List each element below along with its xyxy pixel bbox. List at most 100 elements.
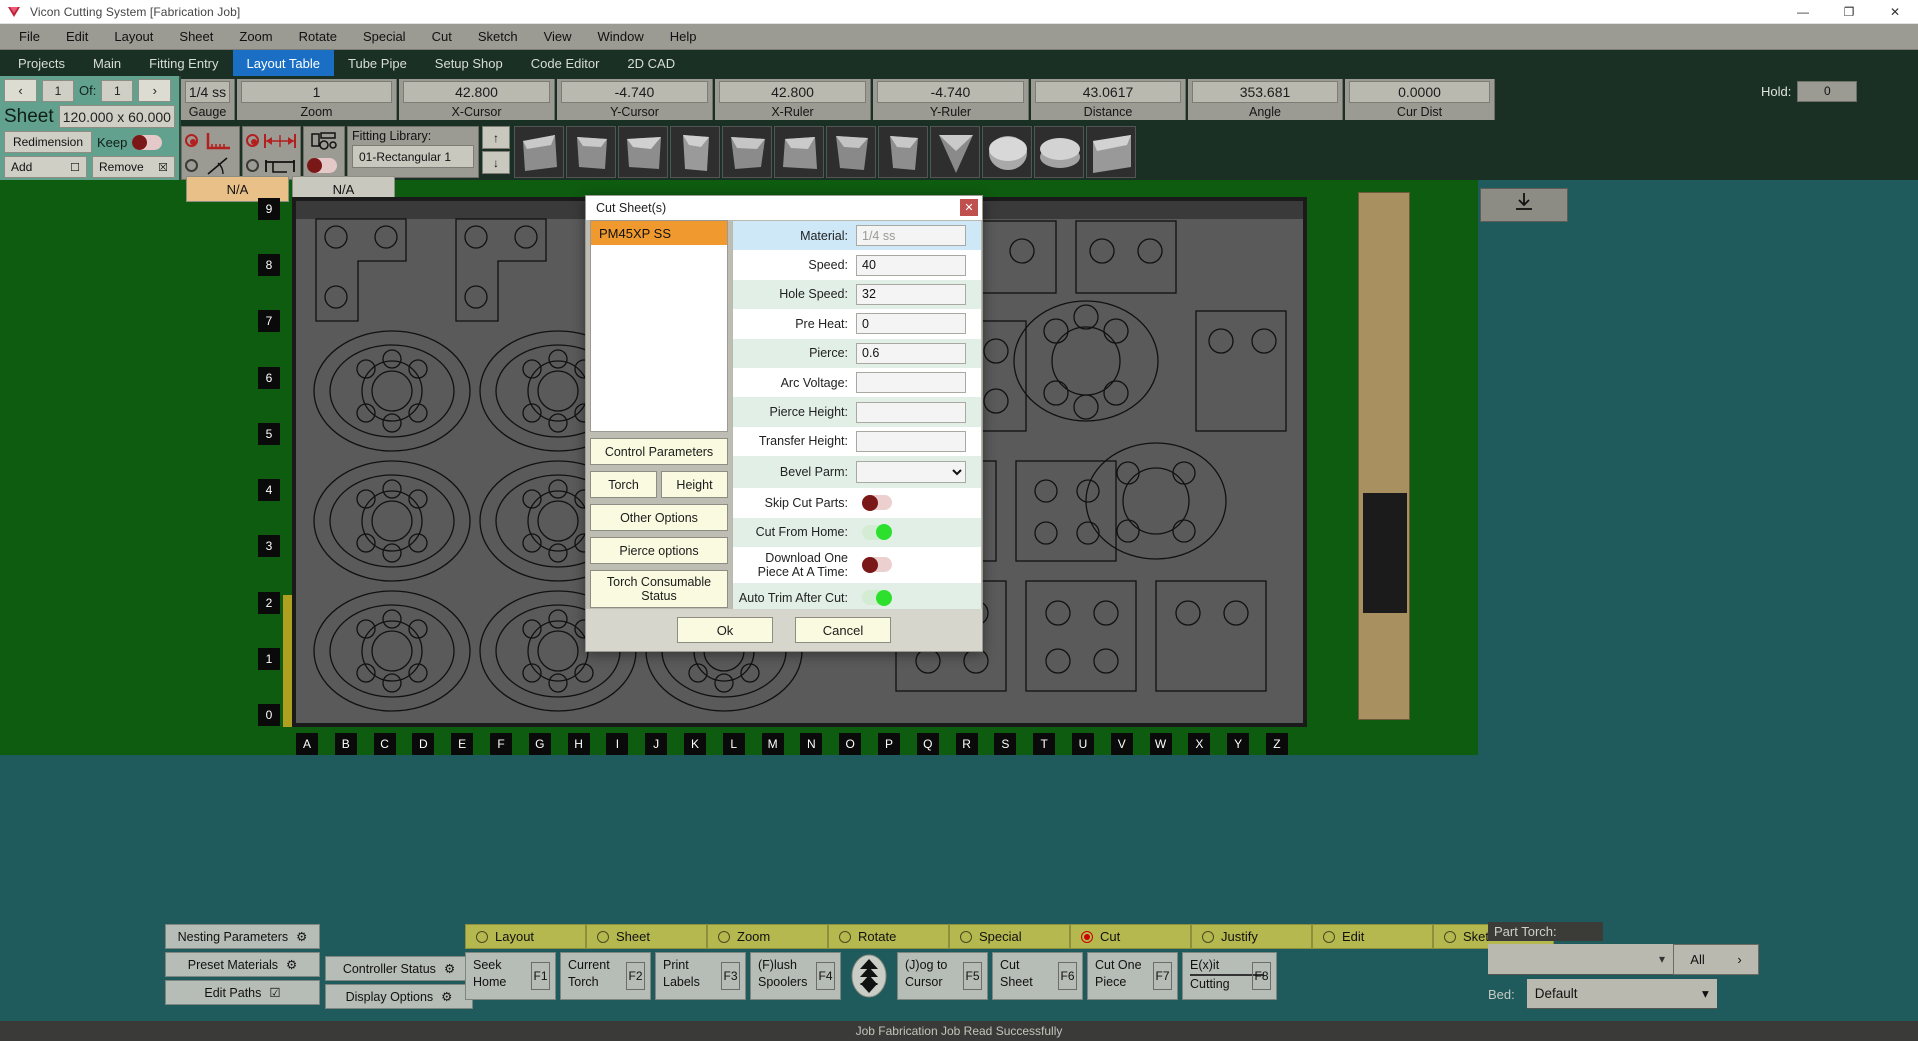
tab-projects[interactable]: Projects	[4, 50, 79, 76]
pre-heat-input[interactable]	[856, 313, 966, 334]
fkey-seek-home[interactable]: Seek Home F1	[465, 952, 556, 1000]
cur-dist-value[interactable]: 0.0000	[1349, 81, 1490, 103]
menu-item-edit[interactable]: Edit	[53, 26, 101, 47]
mode-rotate[interactable]: Rotate	[828, 924, 949, 949]
cancel-button[interactable]: Cancel	[795, 617, 891, 643]
angle-value[interactable]: 353.681	[1192, 81, 1338, 103]
shape-thumbnail[interactable]	[878, 126, 928, 178]
x-cursor-value[interactable]: 42.800	[403, 81, 550, 103]
download-arrow-icon[interactable]	[1508, 188, 1540, 216]
radio-horizontal-dim[interactable]	[246, 129, 297, 152]
prev-sheet-button[interactable]: ‹	[4, 79, 37, 102]
mode-layout[interactable]: Layout	[465, 924, 586, 949]
bed-select[interactable]: Default ▾	[1527, 979, 1717, 1009]
menu-item-window[interactable]: Window	[585, 26, 657, 47]
radio-ruler-mode[interactable]	[185, 129, 236, 152]
material-list-item[interactable]: PM45XP SS	[591, 221, 727, 245]
preset-materials-button[interactable]: Preset Materials ⚙	[165, 952, 320, 977]
mode-special[interactable]: Special	[949, 924, 1070, 949]
tab-setup-shop[interactable]: Setup Shop	[421, 50, 517, 76]
shape-thumbnail[interactable]	[774, 126, 824, 178]
redimension-button[interactable]: Redimension	[4, 131, 92, 153]
sheet-dimensions-field[interactable]: 120.000 x 60.000	[59, 105, 175, 128]
shape-thumbnail[interactable]	[722, 126, 772, 178]
mode-edit[interactable]: Edit	[1312, 924, 1433, 949]
hole-speed-input[interactable]	[856, 284, 966, 305]
next-sheet-button[interactable]: ›	[138, 79, 171, 102]
mode-sheet[interactable]: Sheet	[586, 924, 707, 949]
menu-item-layout[interactable]: Layout	[101, 26, 166, 47]
fkey-cut-one-piece[interactable]: Cut One Piece F7	[1087, 952, 1178, 1000]
keep-toggle[interactable]	[132, 135, 162, 150]
zoom-value[interactable]: 1	[241, 81, 392, 103]
add-button[interactable]: Add ☐	[4, 156, 87, 178]
menu-item-sketch[interactable]: Sketch	[465, 26, 531, 47]
fkey-cut-sheet[interactable]: Cut Sheet F6	[992, 952, 1083, 1000]
ok-button[interactable]: Ok	[677, 617, 773, 643]
maximize-button[interactable]: ❐	[1826, 0, 1872, 24]
menu-item-view[interactable]: View	[531, 26, 585, 47]
bevel-parm-select[interactable]	[856, 461, 966, 483]
shape-thumbnail[interactable]	[1034, 126, 1084, 178]
distance-value[interactable]: 43.0617	[1035, 81, 1181, 103]
y-ruler-value[interactable]: -4.740	[877, 81, 1024, 103]
auto-trim-after-cut-toggle[interactable]	[862, 590, 892, 605]
pierce-input[interactable]	[856, 343, 966, 364]
menu-item-zoom[interactable]: Zoom	[226, 26, 285, 47]
tab-code-editor[interactable]: Code Editor	[517, 50, 614, 76]
speed-input[interactable]	[856, 255, 966, 276]
arc-voltage-input[interactable]	[856, 372, 966, 393]
shape-thumbnail[interactable]	[514, 126, 564, 178]
menu-item-rotate[interactable]: Rotate	[286, 26, 350, 47]
fitting-library-select[interactable]: 01-Rectangular 1	[352, 145, 474, 168]
tab-main[interactable]: Main	[79, 50, 135, 76]
menu-item-special[interactable]: Special	[350, 26, 419, 47]
fkey-flush-spoolers[interactable]: (F)lush Spoolers F4	[750, 952, 841, 1000]
gauge-value[interactable]: 1/4 ss	[185, 81, 230, 103]
tab-2d-cad[interactable]: 2D CAD	[613, 50, 689, 76]
mode-zoom[interactable]: Zoom	[707, 924, 828, 949]
mode-cut[interactable]: Cut	[1070, 924, 1191, 949]
shape-thumbnail[interactable]	[566, 126, 616, 178]
menu-item-file[interactable]: File	[6, 26, 53, 47]
nesting-parameters-button[interactable]: Nesting Parameters ⚙	[165, 924, 320, 949]
part-torch-select[interactable]: ▾	[1488, 944, 1673, 975]
shape-thumbnail[interactable]	[826, 126, 876, 178]
radio-bracket-dim[interactable]	[246, 154, 297, 177]
shape-thumbnail[interactable]	[930, 126, 980, 178]
shape-thumbnail[interactable]	[982, 126, 1032, 178]
fitting-up-button[interactable]: ↑	[482, 126, 510, 149]
shape-thumbnail[interactable]	[670, 126, 720, 178]
menu-item-help[interactable]: Help	[657, 26, 710, 47]
torch-button[interactable]: Torch	[590, 471, 657, 498]
fkey-current-torch[interactable]: Current Torch F2	[560, 952, 651, 1000]
x-ruler-value[interactable]: 42.800	[719, 81, 866, 103]
all-button[interactable]: All ›	[1673, 944, 1759, 975]
fkey-print-labels[interactable]: Print Labels F3	[655, 952, 746, 1000]
nesting-toggle-row[interactable]	[307, 154, 341, 177]
pierce-options-button[interactable]: Pierce options	[590, 537, 728, 564]
material-list[interactable]: PM45XP SS	[590, 220, 728, 432]
sheet-page-field[interactable]: 1	[42, 80, 74, 102]
skip-cut-parts-toggle[interactable]	[862, 495, 892, 510]
display-options-button[interactable]: Display Options ⚙	[325, 984, 473, 1009]
fkey-exit-cutting[interactable]: E(x)it Cutting F8	[1182, 952, 1277, 1000]
radio-angle-mode[interactable]	[185, 154, 236, 177]
torch-consumable-status-button[interactable]: Torch Consumable Status	[590, 570, 728, 608]
transfer-height-input[interactable]	[856, 431, 966, 452]
control-parameters-button[interactable]: Control Parameters	[590, 438, 728, 465]
hold-value[interactable]: 0	[1797, 81, 1857, 102]
fkey-jog-to-cursor[interactable]: (J)og to Cursor F5	[897, 952, 988, 1000]
shape-thumbnail[interactable]	[618, 126, 668, 178]
other-options-button[interactable]: Other Options	[590, 504, 728, 531]
remove-button[interactable]: Remove ☒	[92, 156, 175, 178]
fitting-down-button[interactable]: ↓	[482, 151, 510, 174]
edit-paths-button[interactable]: Edit Paths ☑	[165, 980, 320, 1005]
menu-item-sheet[interactable]: Sheet	[166, 26, 226, 47]
y-cursor-value[interactable]: -4.740	[561, 81, 708, 103]
download-one-piece-toggle[interactable]	[862, 557, 892, 572]
tab-tube-pipe[interactable]: Tube Pipe	[334, 50, 421, 76]
menu-item-cut[interactable]: Cut	[419, 26, 465, 47]
pierce-height-input[interactable]	[856, 402, 966, 423]
jog-compass-icon[interactable]	[845, 952, 893, 1000]
